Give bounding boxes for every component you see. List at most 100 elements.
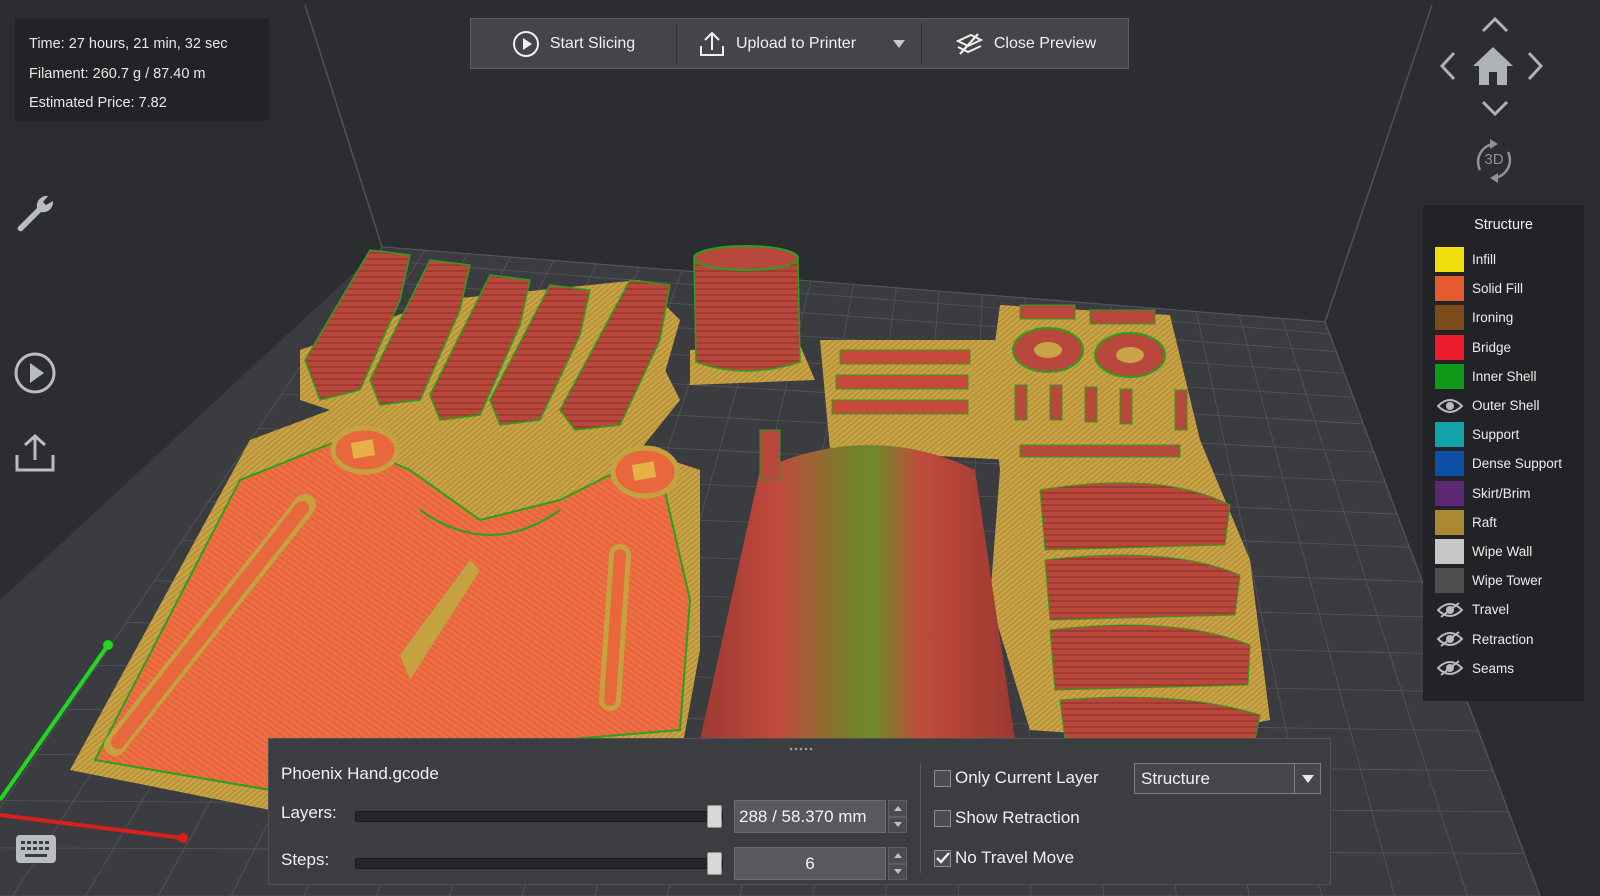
start-slicing-button[interactable]: Start Slicing — [471, 19, 676, 68]
legend-item-bridge[interactable]: Bridge — [1423, 333, 1584, 362]
steps-value-field[interactable]: 6 — [734, 847, 886, 880]
chevron-down-icon — [893, 869, 902, 875]
layers-slider[interactable] — [355, 805, 723, 828]
gcode-preview-panel: Phoenix Hand.gcode Layers: 288 / 58.370 … — [268, 738, 1331, 885]
estimated-price: Estimated Price: 7.82 — [29, 95, 167, 111]
pan-up-icon[interactable] — [1477, 14, 1513, 36]
pan-down-icon[interactable] — [1477, 97, 1513, 119]
only-current-layer-checkbox[interactable]: Only Current Layer — [934, 768, 1099, 788]
rotate-3d-icon[interactable]: 3D — [1466, 136, 1522, 186]
color-swatch — [1435, 276, 1464, 302]
chevron-up-icon — [893, 852, 902, 858]
legend-item-label: Wipe Tower — [1472, 573, 1543, 589]
legend-item-wipe-wall[interactable]: Wipe Wall — [1423, 537, 1584, 566]
top-toolbar: Start Slicing Upload to Printer Close Pr… — [470, 18, 1129, 69]
layers-value-field[interactable]: 288 / 58.370 mm — [734, 800, 886, 833]
chevron-down-icon — [1301, 774, 1314, 783]
checkmark-icon — [935, 852, 950, 864]
upload-options-dropdown[interactable] — [877, 19, 921, 68]
legend-item-label: Support — [1472, 427, 1520, 443]
no-travel-move-label: No Travel Move — [955, 848, 1075, 867]
only-current-layer-label: Only Current Layer — [955, 768, 1099, 787]
legend-item-retraction[interactable]: Retraction — [1423, 624, 1584, 653]
legend-item-label: Wipe Wall — [1472, 543, 1533, 559]
color-swatch — [1435, 247, 1464, 273]
color-swatch — [1435, 363, 1464, 389]
legend-item-dense-support[interactable]: Dense Support — [1423, 449, 1584, 478]
legend-item-skirt-brim[interactable]: Skirt/Brim — [1423, 479, 1584, 508]
layers-slider-handle[interactable] — [707, 805, 722, 828]
eye-hidden-icon[interactable] — [1435, 597, 1464, 622]
gcode-filename: Phoenix Hand.gcode — [281, 764, 439, 783]
eye-icon[interactable] — [1435, 393, 1464, 418]
layers-decrement-button[interactable] — [888, 816, 907, 833]
play-circle-icon — [512, 30, 539, 57]
structure-legend: Structure Infill Solid Fill Ironing Bridge I… — [1423, 205, 1584, 701]
legend-item-ironing[interactable]: Ironing — [1423, 303, 1584, 332]
eye-hidden-icon[interactable] — [1435, 627, 1464, 652]
play-preview-icon[interactable] — [12, 350, 58, 396]
steps-slider[interactable] — [355, 852, 723, 875]
legend-item-outer-shell[interactable]: Outer Shell — [1423, 391, 1584, 420]
layers-value: 288 / 58.370 mm — [739, 806, 867, 826]
start-slicing-label: Start Slicing — [549, 34, 636, 52]
close-preview-label: Close Preview — [993, 34, 1097, 52]
color-swatch — [1435, 334, 1464, 360]
legend-item-raft[interactable]: Raft — [1423, 508, 1584, 537]
steps-decrement-button[interactable] — [888, 863, 907, 880]
layers-increment-button[interactable] — [888, 800, 907, 817]
no-travel-move-checkbox[interactable]: No Travel Move — [934, 848, 1074, 868]
color-swatch — [1435, 422, 1464, 448]
layers-label: Layers: — [281, 803, 337, 822]
color-swatch — [1435, 480, 1464, 506]
legend-item-label: Travel — [1472, 602, 1510, 618]
view-mode-select[interactable]: Structure — [1134, 763, 1321, 794]
chevron-down-icon — [893, 39, 905, 48]
legend-item-label: Seams — [1472, 660, 1515, 676]
legend-item-label: Ironing — [1472, 310, 1514, 326]
legend-item-seams[interactable]: Seams — [1423, 654, 1584, 683]
color-swatch — [1435, 568, 1464, 594]
keyboard-icon[interactable] — [15, 834, 57, 864]
panel-drag-handle-icon[interactable] — [789, 747, 815, 751]
eye-hidden-icon[interactable] — [1435, 656, 1464, 681]
layers-close-icon — [955, 32, 984, 55]
wrench-icon[interactable] — [12, 190, 58, 236]
chevron-up-icon — [893, 805, 902, 811]
pan-right-icon[interactable] — [1524, 48, 1546, 84]
legend-item-inner-shell[interactable]: Inner Shell — [1423, 362, 1584, 391]
upload-to-printer-button[interactable]: Upload to Printer — [677, 19, 877, 68]
legend-item-infill[interactable]: Infill — [1423, 245, 1584, 274]
steps-spinner — [888, 847, 907, 880]
legend-item-label: Outer Shell — [1472, 398, 1540, 414]
dropdown-arrow — [1294, 764, 1320, 793]
print-stats-panel: Time: 27 hours, 21 min, 32 sec Filament:… — [15, 18, 269, 121]
close-preview-button[interactable]: Close Preview — [922, 19, 1128, 68]
color-swatch — [1435, 451, 1464, 477]
upload-label: Upload to Printer — [735, 34, 857, 52]
legend-item-support[interactable]: Support — [1423, 420, 1584, 449]
panel-divider — [920, 763, 921, 873]
export-icon[interactable] — [12, 430, 58, 476]
checkbox-box — [934, 809, 951, 827]
home-view-icon[interactable] — [1470, 44, 1516, 88]
steps-slider-handle[interactable] — [707, 852, 722, 875]
view-mode-value: Structure — [1141, 768, 1210, 788]
legend-item-label: Retraction — [1472, 631, 1534, 647]
filament-usage: Filament: 260.7 g / 87.40 m — [29, 65, 206, 82]
legend-item-label: Raft — [1472, 514, 1497, 530]
chevron-down-icon — [893, 822, 902, 828]
legend-item-solid-fill[interactable]: Solid Fill — [1423, 274, 1584, 303]
legend-item-label: Solid Fill — [1472, 281, 1524, 297]
checkbox-box — [934, 849, 951, 867]
upload-icon — [699, 31, 724, 56]
show-retraction-checkbox[interactable]: Show Retraction — [934, 808, 1080, 828]
pan-left-icon[interactable] — [1437, 48, 1459, 84]
legend-item-wipe-tower[interactable]: Wipe Tower — [1423, 566, 1584, 595]
legend-item-travel[interactable]: Travel — [1423, 595, 1584, 624]
model-cup — [693, 245, 801, 372]
color-swatch — [1435, 509, 1464, 535]
legend-title: Structure — [1474, 217, 1533, 233]
steps-increment-button[interactable] — [888, 847, 907, 864]
print-time: Time: 27 hours, 21 min, 32 sec — [29, 36, 228, 52]
